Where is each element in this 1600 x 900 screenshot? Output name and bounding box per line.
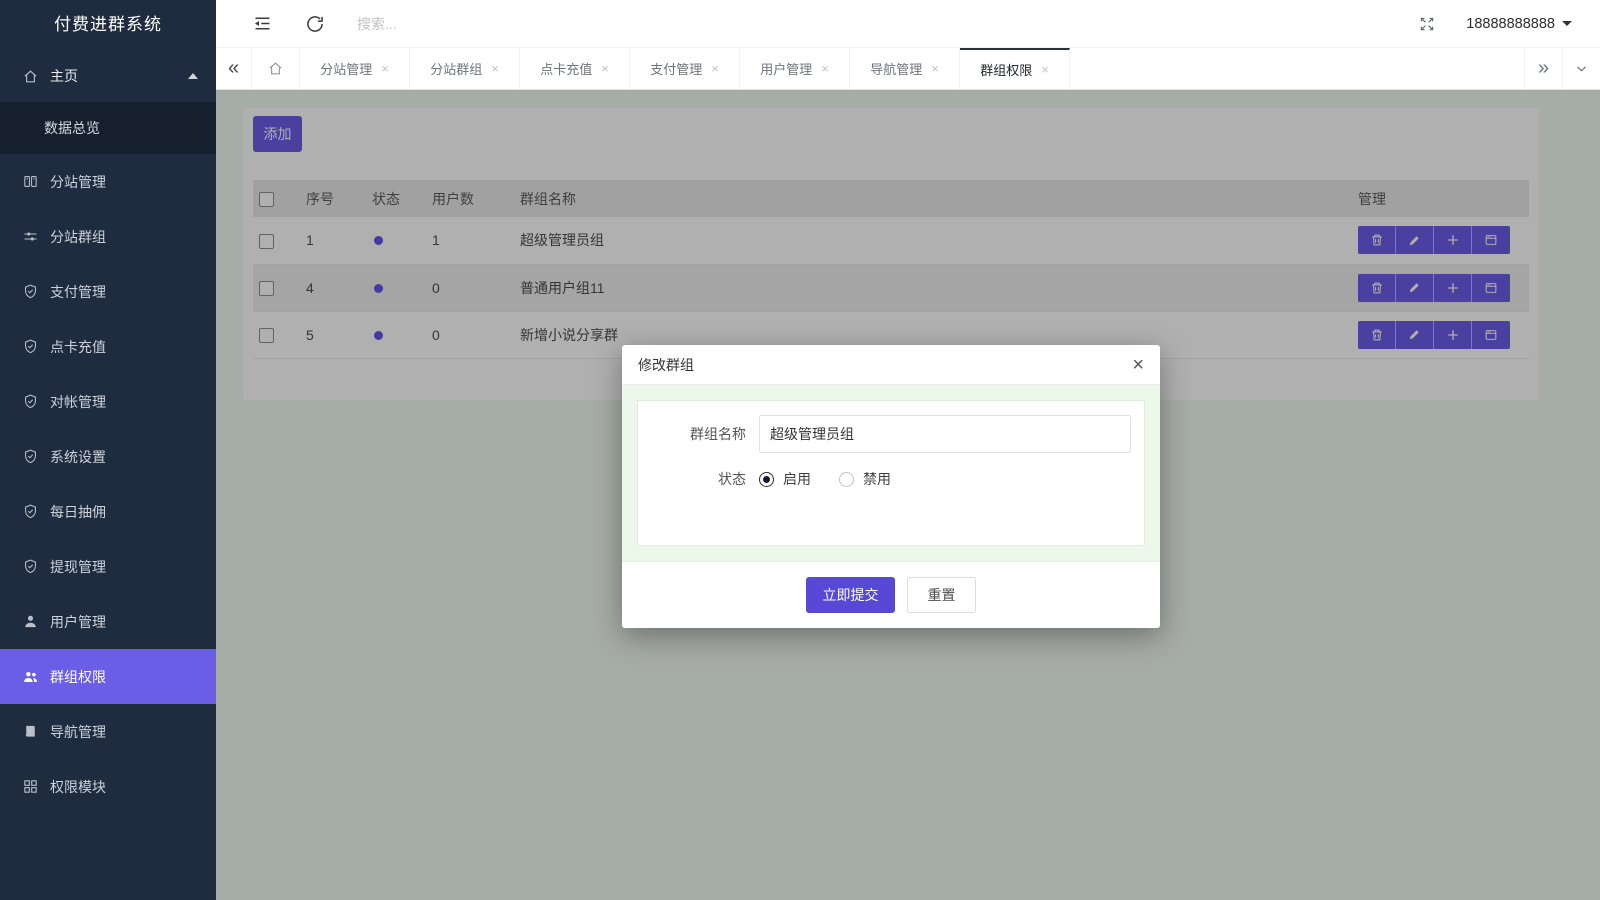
status-label: 状态 xyxy=(638,469,746,489)
edit-group-modal: 修改群组 群组名称 状态 启用 禁用 xyxy=(622,345,1160,628)
main-area: 18888888888 分站管理 分站群组 点卡充值 支付管理 用户管理 导航管… xyxy=(216,0,1600,900)
sidebar-item-permission-modules[interactable]: 权限模块 xyxy=(0,759,216,814)
sidebar: 付费进群系统 主页 数据总览 分站管理 分站群组 支付管理 点卡充值 xyxy=(0,0,216,900)
tabs-scroll-left-button[interactable] xyxy=(216,48,252,89)
shield-check-icon xyxy=(22,448,39,465)
user-icon xyxy=(22,613,39,630)
shield-check-icon xyxy=(22,393,39,410)
sidebar-item-home[interactable]: 主页 xyxy=(0,50,216,102)
close-icon[interactable] xyxy=(711,61,719,76)
sidebar-item-card-recharge[interactable]: 点卡充值 xyxy=(0,319,216,374)
shield-check-icon xyxy=(22,283,39,300)
modal-header: 修改群组 xyxy=(622,345,1160,385)
tab-label: 导航管理 xyxy=(870,59,922,78)
book-icon xyxy=(22,723,39,740)
home-icon xyxy=(22,68,39,85)
sidebar-item-withdrawal-management[interactable]: 提现管理 xyxy=(0,539,216,594)
close-icon[interactable] xyxy=(931,61,939,76)
sidebar-item-label: 用户管理 xyxy=(50,612,106,632)
sidebar-item-system-settings[interactable]: 系统设置 xyxy=(0,429,216,484)
sidebar-item-nav-management[interactable]: 导航管理 xyxy=(0,704,216,759)
tab-label: 群组权限 xyxy=(980,60,1032,79)
shield-check-icon xyxy=(22,558,39,575)
tab-label: 分站管理 xyxy=(320,59,372,78)
sidebar-item-label: 分站群组 xyxy=(50,227,106,247)
shield-check-icon xyxy=(22,338,39,355)
tab-card-recharge[interactable]: 点卡充值 xyxy=(520,48,630,89)
close-icon[interactable] xyxy=(821,61,829,76)
sidebar-item-label: 导航管理 xyxy=(50,722,106,742)
edit-group-form: 群组名称 状态 启用 禁用 xyxy=(637,400,1145,546)
status-radio-group: 启用 禁用 xyxy=(759,469,919,489)
sidebar-item-label: 支付管理 xyxy=(50,282,106,302)
sidebar-item-label: 点卡充值 xyxy=(50,337,106,357)
chevron-up-icon xyxy=(188,73,198,79)
close-icon[interactable] xyxy=(381,61,389,76)
sidebar-item-label: 对帐管理 xyxy=(50,392,106,412)
tab-payment-management[interactable]: 支付管理 xyxy=(630,48,740,89)
modal-close-icon[interactable] xyxy=(1132,355,1144,375)
group-name-label: 群组名称 xyxy=(638,424,746,444)
submit-button[interactable]: 立即提交 xyxy=(806,577,895,613)
reset-button[interactable]: 重置 xyxy=(907,577,976,613)
tabs-menu-button[interactable] xyxy=(1562,48,1600,89)
collapse-sidebar-icon[interactable] xyxy=(252,13,273,34)
app-title: 付费进群系统 xyxy=(0,0,216,50)
tab-user-management[interactable]: 用户管理 xyxy=(740,48,850,89)
tabs-scroll-right-button[interactable] xyxy=(1524,48,1562,89)
grid-icon xyxy=(22,778,39,795)
sidebar-item-substation-management[interactable]: 分站管理 xyxy=(0,154,216,209)
site-columns-icon xyxy=(22,173,39,190)
radio-disabled[interactable] xyxy=(839,472,854,487)
tab-bar: 分站管理 分站群组 点卡充值 支付管理 用户管理 导航管理 群组权限 xyxy=(216,48,1600,90)
fullscreen-icon[interactable] xyxy=(1418,15,1436,33)
shield-check-icon xyxy=(22,503,39,520)
sidebar-item-label: 提现管理 xyxy=(50,557,106,577)
modal-footer: 立即提交 重置 xyxy=(622,561,1160,628)
sidebar-subitem-label: 数据总览 xyxy=(44,118,100,138)
user-dropdown[interactable]: 18888888888 xyxy=(1466,16,1572,32)
tab-home[interactable] xyxy=(252,48,300,89)
users-icon xyxy=(22,668,39,685)
tab-label: 分站群组 xyxy=(430,59,482,78)
sidebar-item-data-overview[interactable]: 数据总览 xyxy=(0,102,216,154)
sidebar-item-label: 主页 xyxy=(50,66,78,86)
tab-substation-management[interactable]: 分站管理 xyxy=(300,48,410,89)
tab-label: 用户管理 xyxy=(760,59,812,78)
tab-label: 支付管理 xyxy=(650,59,702,78)
top-header: 18888888888 xyxy=(216,0,1600,48)
sidebar-item-substation-groups[interactable]: 分站群组 xyxy=(0,209,216,264)
sidebar-item-user-management[interactable]: 用户管理 xyxy=(0,594,216,649)
sliders-icon xyxy=(22,228,39,245)
refresh-icon[interactable] xyxy=(305,14,325,34)
modal-body: 群组名称 状态 启用 禁用 xyxy=(622,385,1160,561)
content-area: 添加 序号 状态 用户数 群组名称 管理 xyxy=(216,90,1600,900)
tab-group-permissions[interactable]: 群组权限 xyxy=(960,48,1070,89)
radio-enabled-label: 启用 xyxy=(783,469,811,489)
radio-disabled-label: 禁用 xyxy=(863,469,891,489)
sidebar-item-label: 分站管理 xyxy=(50,172,106,192)
modal-title: 修改群组 xyxy=(638,355,694,375)
sidebar-item-label: 每日抽佣 xyxy=(50,502,106,522)
sidebar-item-label: 权限模块 xyxy=(50,777,106,797)
close-icon[interactable] xyxy=(491,61,499,76)
sidebar-item-label: 群组权限 xyxy=(50,667,106,687)
close-icon[interactable] xyxy=(601,61,609,76)
close-icon[interactable] xyxy=(1041,62,1049,77)
username: 18888888888 xyxy=(1466,16,1555,32)
caret-down-icon xyxy=(1562,21,1572,26)
group-name-input[interactable] xyxy=(759,415,1131,453)
sidebar-item-reconciliation-management[interactable]: 对帐管理 xyxy=(0,374,216,429)
tab-label: 点卡充值 xyxy=(540,59,592,78)
tab-nav-management[interactable]: 导航管理 xyxy=(850,48,960,89)
radio-enabled[interactable] xyxy=(759,472,774,487)
sidebar-item-daily-commission[interactable]: 每日抽佣 xyxy=(0,484,216,539)
sidebar-item-group-permissions[interactable]: 群组权限 xyxy=(0,649,216,704)
sidebar-item-label: 系统设置 xyxy=(50,447,106,467)
sidebar-item-payment-management[interactable]: 支付管理 xyxy=(0,264,216,319)
search-input[interactable] xyxy=(357,16,587,32)
tab-substation-groups[interactable]: 分站群组 xyxy=(410,48,520,89)
